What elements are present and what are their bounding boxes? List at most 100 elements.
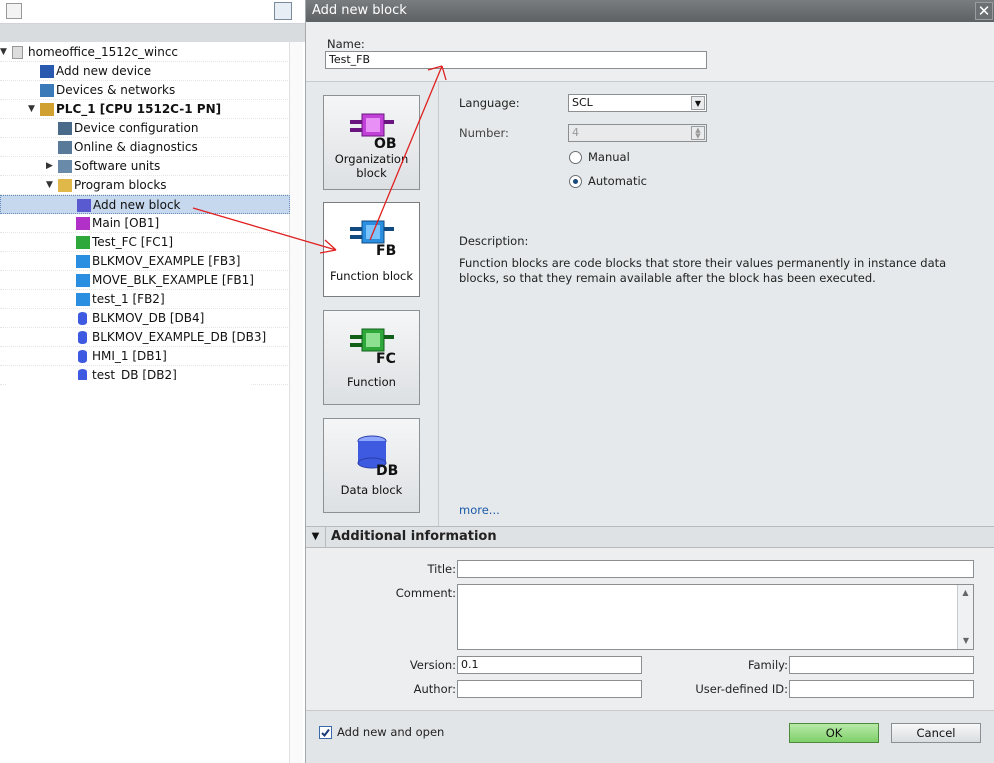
tree-item[interactable]: MOVE_BLK_EXAMPLE [FB1] <box>0 271 290 290</box>
tree-item-label: BLKMOV_EXAMPLE_DB [DB3] <box>92 330 267 344</box>
tree-item-label: Software units <box>74 159 161 173</box>
comment-label: Comment: <box>395 586 456 600</box>
dialog-footer: Add new and open OK Cancel <box>306 710 994 763</box>
block-type-column: OB Organization block FB Function block … <box>306 82 439 526</box>
plc-icon <box>40 103 54 116</box>
organization-block-button[interactable]: OB Organization block <box>323 95 420 190</box>
checkmark-icon <box>321 728 330 738</box>
family-input[interactable] <box>789 656 974 674</box>
manual-radio[interactable] <box>569 151 582 164</box>
db-icon <box>78 350 87 363</box>
tree-scrollbar[interactable] <box>289 42 303 763</box>
tree-item-label: Test_FC [FC1] <box>92 235 174 249</box>
user-defined-id-input[interactable] <box>789 680 974 698</box>
tree-item[interactable]: Test_FC [FC1] <box>0 233 290 252</box>
description-label: Description: <box>459 234 529 248</box>
tree-item[interactable]: Add new block <box>0 195 290 214</box>
number-stepper[interactable]: 4 ▲ ▼ <box>568 124 707 142</box>
collapsed-chevron-icon[interactable]: ▶ <box>46 157 53 176</box>
stepper-arrows-icon[interactable]: ▲ ▼ <box>691 126 705 140</box>
ok-button[interactable]: OK <box>789 723 879 743</box>
tree-toolbar-icon[interactable] <box>6 3 22 19</box>
data-block-button[interactable]: DB Data block <box>323 418 420 513</box>
online-diag-icon <box>58 141 72 154</box>
software-units-icon <box>58 160 72 173</box>
title-input[interactable] <box>457 560 974 578</box>
close-icon: ✕ <box>977 2 991 20</box>
tree-item-label: MOVE_BLK_EXAMPLE [FB1] <box>92 273 254 287</box>
tree-item-label: Device configuration <box>74 121 199 135</box>
family-label: Family: <box>747 658 788 672</box>
dialog-title: Add new block <box>312 3 407 18</box>
db-block-icon: DB <box>357 435 398 477</box>
additional-info-header[interactable]: ▼ Additional information <box>306 526 994 548</box>
tree-item[interactable]: ▼ Program blocks <box>0 176 290 195</box>
tree-item-label: HMI_1 [DB1] <box>92 349 167 363</box>
chevron-down-icon[interactable]: ▼ <box>691 96 705 110</box>
comment-textarea[interactable]: ▲ ▼ <box>457 584 974 650</box>
fb-tag: FB <box>376 243 396 259</box>
tree-view-icon[interactable] <box>274 2 292 20</box>
add-device-icon <box>40 65 54 78</box>
tree-item[interactable]: ▶ Software units <box>0 157 290 176</box>
organization-block-label: Organization block <box>334 152 409 180</box>
expanded-chevron-icon[interactable]: ▼ <box>46 176 53 195</box>
version-input[interactable]: 0.1 <box>457 656 642 674</box>
number-value: 4 <box>572 126 579 139</box>
fc-block-icon: FC <box>350 328 396 367</box>
tree-item[interactable]: Online & diagnostics <box>0 138 290 157</box>
ob-icon <box>76 217 90 230</box>
tree-item[interactable]: Devices & networks <box>0 81 290 100</box>
comment-scrollbar[interactable]: ▲ ▼ <box>957 585 973 649</box>
function-block-button[interactable]: FB Function block <box>323 202 420 297</box>
automatic-label: Automatic <box>588 174 647 188</box>
automatic-radio[interactable] <box>569 175 582 188</box>
tree-item[interactable]: test_1 [FB2] <box>0 290 290 309</box>
tree-item-label: PLC_1 [CPU 1512C-1 PN] <box>56 102 222 116</box>
author-label: Author: <box>413 682 456 696</box>
ob-block-icon: OB <box>350 113 397 152</box>
add-block-icon <box>77 199 91 212</box>
add-new-and-open-checkbox[interactable] <box>319 726 332 739</box>
function-block-label: Function block <box>329 269 414 283</box>
cancel-button[interactable]: Cancel <box>891 723 981 743</box>
tree-header-bar <box>0 24 305 42</box>
tree-item[interactable]: Add new device <box>0 62 290 81</box>
expanded-chevron-icon[interactable]: ▼ <box>28 100 35 119</box>
author-input[interactable] <box>457 680 642 698</box>
network-icon <box>40 84 54 97</box>
language-value: SCL <box>572 96 593 109</box>
add-new-block-dialog: Add new block ✕ Name: Test_FB OB Organiz… <box>305 0 994 763</box>
tree-item[interactable]: BLKMOV_DB [DB4] <box>0 309 290 328</box>
additional-info-body: Title: Comment: ▲ ▼ Version: 0.1 Family:… <box>306 548 994 710</box>
tree-item[interactable]: ▼ homeoffice_1512c_wincc <box>0 43 290 62</box>
function-button[interactable]: FC Function <box>323 310 420 405</box>
fc-tag: FC <box>376 351 396 367</box>
dialog-titlebar: Add new block ✕ <box>306 0 994 22</box>
project-tree-panel: ▼ homeoffice_1512c_wincc Add new device Dev… <box>0 0 305 763</box>
language-label: Language: <box>459 96 520 110</box>
scroll-down-icon[interactable]: ▼ <box>958 633 974 649</box>
ob-tag: OB <box>374 136 397 152</box>
tree-item[interactable]: BLKMOV_EXAMPLE_DB [DB3] <box>0 328 290 347</box>
close-button[interactable]: ✕ <box>975 2 993 20</box>
name-input[interactable]: Test_FB <box>325 51 707 69</box>
tree-item-label: Online & diagnostics <box>74 140 198 154</box>
tree-item[interactable]: Main [OB1] <box>0 214 290 233</box>
tree-item-label: BLKMOV_EXAMPLE [FB3] <box>92 254 241 268</box>
fc-icon <box>76 236 90 249</box>
tree-item[interactable]: HMI_1 [DB1] <box>0 347 290 366</box>
collapse-chevron-icon[interactable]: ▼ <box>306 527 326 547</box>
data-block-label: Data block <box>340 483 403 497</box>
tree-item[interactable]: BLKMOV_EXAMPLE [FB3] <box>0 252 290 271</box>
more-link[interactable]: more... <box>459 503 500 517</box>
tree-item[interactable]: Device configuration <box>0 119 290 138</box>
scroll-up-icon[interactable]: ▲ <box>958 585 973 601</box>
number-label: Number: <box>459 126 509 140</box>
db-icon <box>78 331 87 344</box>
tree-item[interactable]: ▼ PLC_1 [CPU 1512C-1 PN] <box>0 100 290 119</box>
language-select[interactable]: SCL ▼ <box>568 94 707 112</box>
expanded-chevron-icon[interactable]: ▼ <box>0 43 7 62</box>
tree-item-label: Main [OB1] <box>92 216 160 230</box>
tree-item-label: Add new device <box>56 64 152 78</box>
